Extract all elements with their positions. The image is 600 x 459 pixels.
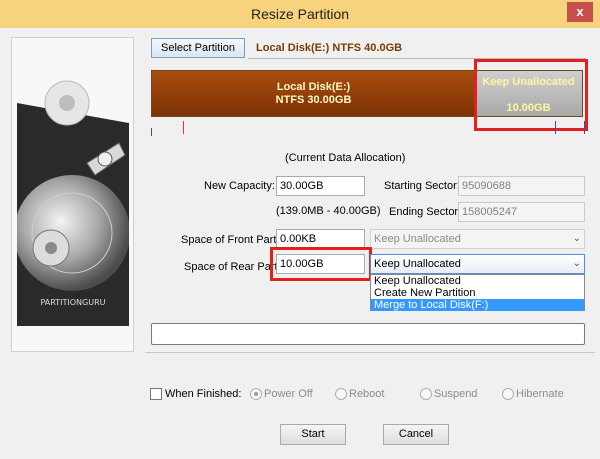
allocation-caption: (Current Data Allocation) (285, 152, 406, 164)
rear-space-combo[interactable]: Keep Unallocated ⌄ (370, 254, 585, 274)
chevron-down-icon: ⌄ (572, 233, 581, 244)
used-partition-segment[interactable]: Local Disk(E:) NTFS 30.00GB (152, 71, 475, 116)
front-space-input[interactable]: 0.00KB (276, 229, 365, 249)
power-off-radio (250, 388, 262, 400)
disk-image-panel: PARTITIONGURU (11, 37, 134, 352)
unallocated-highlight-box (474, 59, 588, 131)
when-finished-checkbox[interactable] (150, 388, 162, 400)
divider-line (145, 352, 595, 353)
partition-size: NTFS 30.00GB (275, 94, 352, 106)
reboot-radio (335, 388, 347, 400)
hibernate-label: Hibernate (516, 388, 564, 400)
selected-disk-label: Local Disk(E:) NTFS 40.0GB (256, 42, 403, 54)
partition-end-marker[interactable] (555, 121, 556, 134)
front-combo-value: Keep Unallocated (374, 233, 461, 245)
data-end-marker[interactable] (183, 121, 184, 134)
start-button[interactable]: Start (280, 424, 346, 445)
ending-sector-label: Ending Sector: (389, 206, 462, 218)
rear-space-highlight-box (270, 247, 372, 281)
reboot-label: Reboot (349, 388, 385, 400)
cancel-button[interactable]: Cancel (383, 424, 449, 445)
new-capacity-input[interactable]: 30.00GB (276, 176, 365, 196)
new-capacity-label: New Capacity: (204, 180, 275, 192)
title-bar: Resize Partition x (0, 0, 600, 28)
chevron-down-icon: ⌄ (572, 258, 581, 269)
partition-name: Local Disk(E:) (276, 81, 351, 93)
left-boundary-tick (151, 128, 152, 136)
logo-text: PARTITIONGURU (40, 298, 105, 307)
rear-combo-value: Keep Unallocated (374, 258, 461, 270)
close-button[interactable]: x (567, 2, 593, 22)
dropdown-option-selected[interactable]: Merge to Local Disk(F:) (371, 299, 584, 311)
front-space-combo: Keep Unallocated ⌄ (370, 229, 585, 249)
when-finished-label: When Finished: (165, 388, 242, 400)
dropdown-option[interactable]: Keep Unallocated (371, 275, 584, 287)
suspend-label: Suspend (434, 388, 478, 400)
hibernate-radio (502, 388, 514, 400)
starting-sector-label: Starting Sector: (384, 180, 460, 192)
starting-sector-field: 95090688 (458, 176, 585, 196)
hard-disk-illustration: PARTITIONGURU (17, 43, 129, 326)
power-off-label: Power Off (264, 388, 313, 400)
dropdown-option[interactable]: Create New Partition (371, 287, 584, 299)
front-space-label: Space of Front Part: (181, 234, 280, 246)
rear-space-dropdown-list[interactable]: Keep Unallocated Create New Partition Me… (370, 274, 585, 311)
select-partition-button[interactable]: Select Partition (151, 38, 245, 58)
window-title: Resize Partition (250, 6, 350, 22)
capacity-range-text: (139.0MB - 40.00GB) (276, 205, 381, 217)
ending-sector-field: 158005247 (458, 202, 585, 222)
suspend-radio (420, 388, 432, 400)
right-boundary-tick (584, 121, 585, 134)
progress-bar (151, 323, 585, 345)
rear-space-label: Space of Rear Part: (184, 261, 281, 273)
